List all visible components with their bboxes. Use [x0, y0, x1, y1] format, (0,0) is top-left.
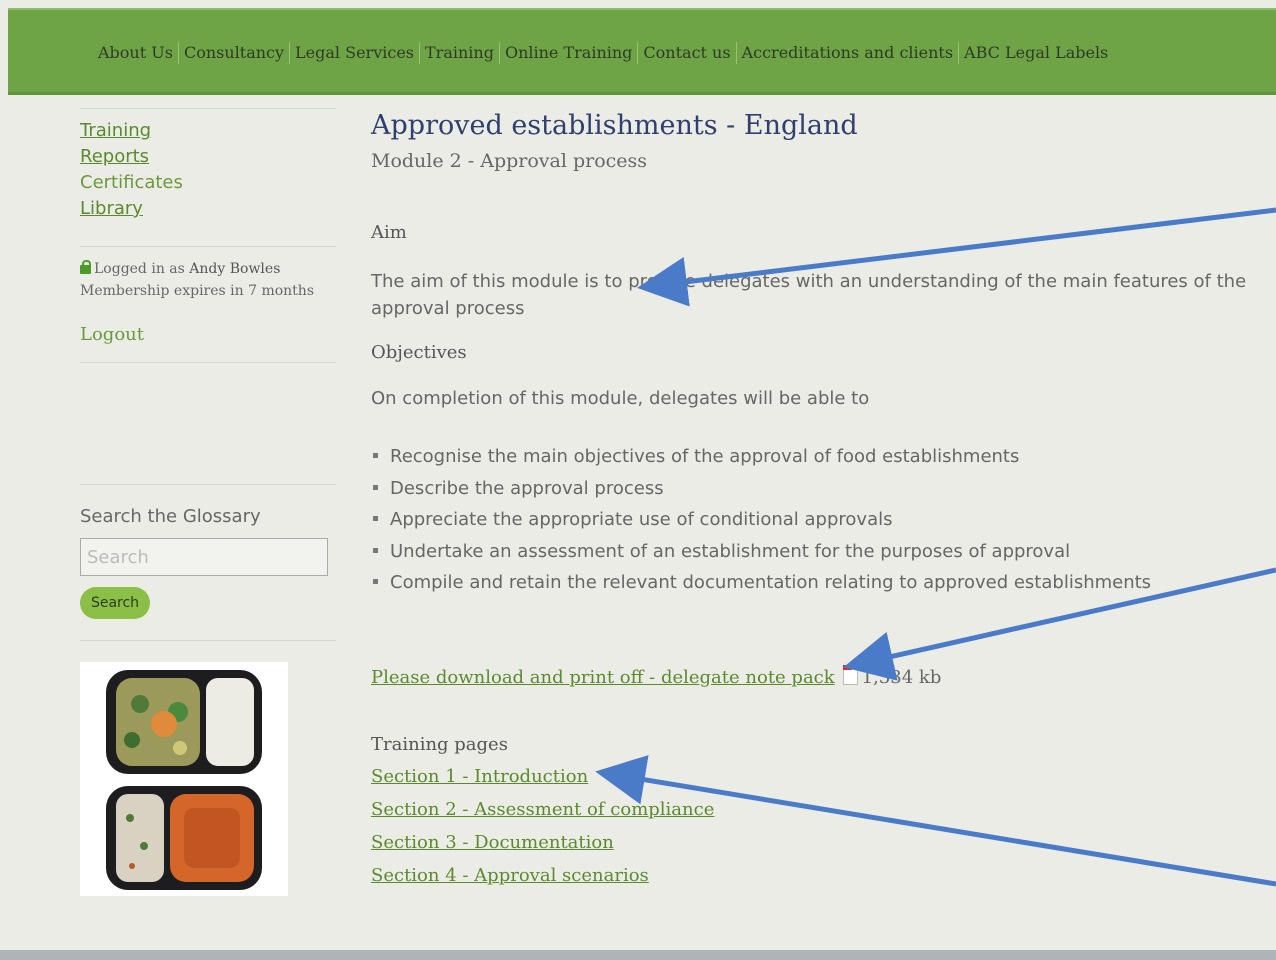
ready-meal-image: [80, 662, 288, 896]
objective-text: Compile and retain the relevant document…: [390, 572, 1152, 593]
nav-about-us[interactable]: About Us: [98, 42, 179, 64]
bullet-icon: [373, 453, 378, 458]
glossary-search-input[interactable]: [80, 538, 328, 576]
nav-training[interactable]: Training: [420, 42, 500, 64]
page-title: Approved establishments - England: [371, 110, 858, 141]
glossary-search-label: Search the Glossary: [80, 506, 261, 527]
glossary-search-button[interactable]: Search: [80, 587, 150, 619]
training-pages-heading: Training pages: [371, 734, 508, 755]
sidebar-item-library[interactable]: Library: [80, 196, 183, 222]
nav-consultancy[interactable]: Consultancy: [179, 42, 291, 64]
login-user: Andy Bowles: [189, 261, 281, 277]
nav-menu: About Us Consultancy Legal Services Trai…: [98, 42, 1113, 64]
aim-text: The aim of this module is to provide del…: [371, 271, 1247, 319]
objectives-list: Recognise the main objectives of the app…: [371, 441, 1151, 599]
training-sections-list: Section 1 - Introduction Section 2 - Ass…: [371, 760, 714, 892]
objectives-intro: On completion of this module, delegates …: [371, 388, 870, 409]
sidebar-item-certificates: Certificates: [80, 172, 183, 193]
objective-text: Appreciate the appropriate use of condit…: [390, 509, 893, 530]
sidebar-divider: [80, 484, 336, 485]
list-item: Compile and retain the relevant document…: [371, 567, 1151, 599]
top-nav-bar: About Us Consultancy Legal Services Trai…: [8, 8, 1276, 95]
section-2-link[interactable]: Section 2 - Assessment of compliance: [371, 793, 714, 826]
objective-text: Describe the approval process: [390, 477, 664, 499]
file-size: 1,334 kb: [861, 667, 942, 688]
login-status: Logged in as Andy Bowles Membership expi…: [80, 258, 314, 302]
download-row: Please download and print off - delegate…: [371, 665, 942, 688]
lock-icon: [80, 260, 91, 274]
objectives-heading: Objectives: [371, 342, 467, 363]
sidebar-divider: [80, 246, 336, 247]
membership-status: Membership expires in 7 months: [80, 283, 315, 299]
login-prefix: Logged in as: [94, 261, 185, 277]
bullet-icon: [373, 484, 378, 490]
sidebar-menu: Training Reports Certificates Library: [80, 118, 183, 222]
list-item: Appreciate the appropriate use of condit…: [371, 504, 1151, 536]
nav-contact-us[interactable]: Contact us: [638, 42, 737, 64]
nav-online-training[interactable]: Online Training: [500, 42, 639, 64]
pdf-icon[interactable]: [842, 665, 858, 685]
nav-legal-services[interactable]: Legal Services: [290, 42, 420, 64]
objective-text: Recognise the main objectives of the app…: [390, 446, 1020, 467]
page-subtitle: Module 2 - Approval process: [371, 150, 648, 172]
nav-accreditations[interactable]: Accreditations and clients: [737, 42, 960, 64]
list-item: Describe the approval process: [371, 473, 1151, 505]
list-item: Undertake an assessment of an establishm…: [371, 536, 1151, 568]
section-3-link[interactable]: Section 3 - Documentation: [371, 826, 714, 859]
sidebar-item-reports[interactable]: Reports: [80, 144, 183, 170]
logout-link[interactable]: Logout: [80, 324, 144, 345]
bullet-icon: [373, 516, 378, 521]
download-note-pack-link[interactable]: Please download and print off - delegate…: [371, 667, 835, 688]
nav-abc-legal-labels[interactable]: ABC Legal Labels: [959, 42, 1113, 64]
sidebar-item-training[interactable]: Training: [80, 118, 183, 144]
section-4-link[interactable]: Section 4 - Approval scenarios: [371, 859, 714, 892]
aim-heading: Aim: [371, 222, 407, 243]
footer-band: [0, 950, 1276, 960]
sidebar-divider: [80, 108, 336, 109]
objective-text: Undertake an assessment of an establishm…: [390, 540, 1071, 562]
list-item: Recognise the main objectives of the app…: [371, 441, 1151, 473]
sidebar-divider: [80, 362, 336, 363]
bullet-icon: [373, 547, 378, 553]
sidebar-divider: [80, 640, 336, 641]
bullet-icon: [373, 579, 378, 584]
section-1-link[interactable]: Section 1 - Introduction: [371, 760, 714, 793]
